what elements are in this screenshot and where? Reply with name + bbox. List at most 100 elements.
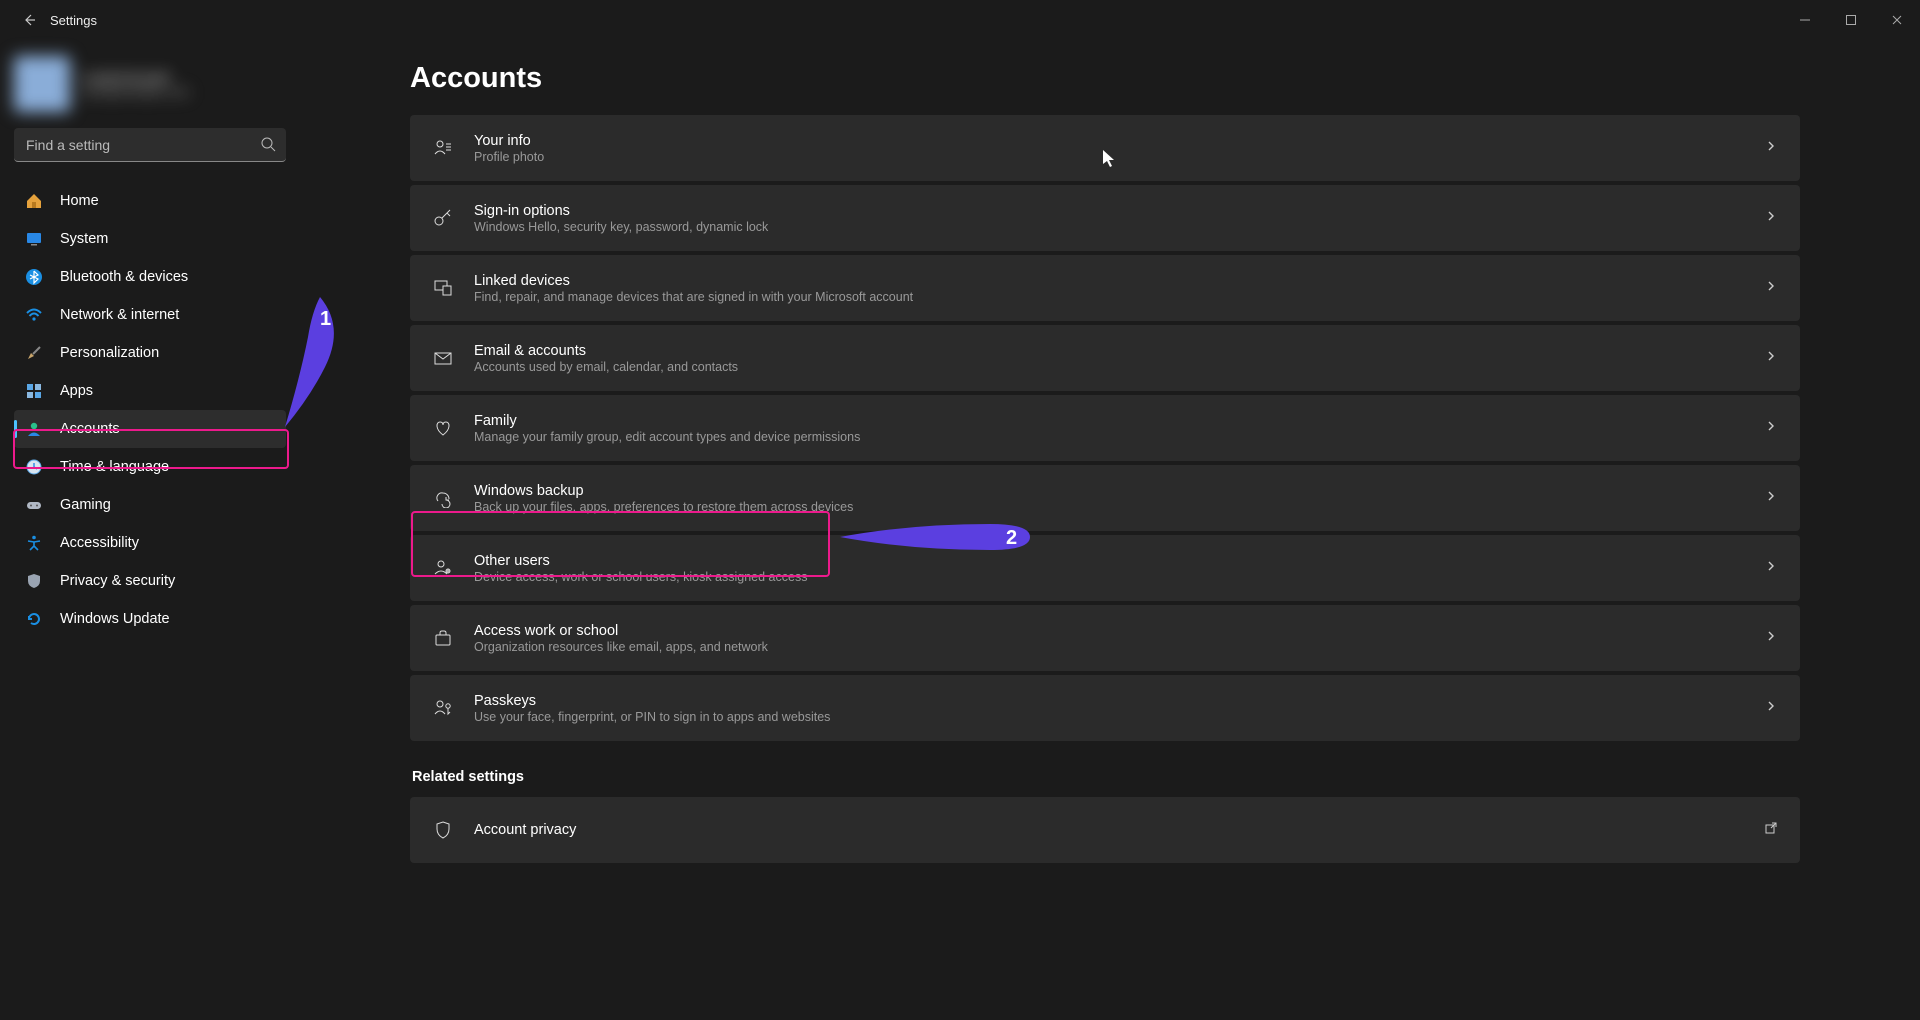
key-icon bbox=[432, 207, 454, 229]
section-related: Related settings bbox=[412, 769, 1800, 785]
titlebar: Settings bbox=[0, 0, 1920, 40]
search-input[interactable] bbox=[14, 128, 286, 162]
nav-label: Accounts bbox=[60, 421, 120, 437]
person-icon bbox=[24, 419, 44, 439]
nav-list: Home System Bluetooth & devices Network … bbox=[14, 182, 286, 638]
card-subtitle: Back up your files, apps, preferences to… bbox=[474, 500, 853, 514]
arrow-left-icon bbox=[21, 12, 37, 28]
nav-label: Personalization bbox=[60, 345, 159, 361]
nav-label: Privacy & security bbox=[60, 573, 175, 589]
chevron-right-icon bbox=[1764, 699, 1778, 718]
search-box[interactable] bbox=[14, 128, 286, 162]
chevron-right-icon bbox=[1764, 489, 1778, 508]
sidebar: Local Account user@example.com Home Syst… bbox=[0, 40, 300, 1020]
minimize-icon bbox=[1799, 14, 1811, 26]
close-button[interactable] bbox=[1874, 4, 1920, 36]
passkey-icon bbox=[432, 697, 454, 719]
chevron-right-icon bbox=[1764, 419, 1778, 438]
nav-label: Apps bbox=[60, 383, 93, 399]
nav-privacy[interactable]: Privacy & security bbox=[14, 562, 286, 600]
card-subtitle: Use your face, fingerprint, or PIN to si… bbox=[474, 710, 830, 724]
card-title: Your info bbox=[474, 133, 544, 149]
card-account-privacy[interactable]: Account privacy bbox=[410, 797, 1800, 863]
card-subtitle: Accounts used by email, calendar, and co… bbox=[474, 360, 738, 374]
close-icon bbox=[1891, 14, 1903, 26]
avatar bbox=[14, 56, 70, 112]
person-card-icon bbox=[432, 137, 454, 159]
card-subtitle: Manage your family group, edit account t… bbox=[474, 430, 860, 444]
nav-label: Home bbox=[60, 193, 99, 209]
nav-system[interactable]: System bbox=[14, 220, 286, 258]
nav-bluetooth[interactable]: Bluetooth & devices bbox=[14, 258, 286, 296]
chevron-right-icon bbox=[1764, 559, 1778, 578]
home-icon bbox=[24, 191, 44, 211]
chevron-right-icon bbox=[1764, 139, 1778, 158]
card-title: Linked devices bbox=[474, 273, 913, 289]
card-subtitle: Windows Hello, security key, password, d… bbox=[474, 220, 768, 234]
annotation-number-1: 1 bbox=[320, 308, 331, 330]
mail-icon bbox=[432, 347, 454, 369]
briefcase-icon bbox=[432, 627, 454, 649]
card-title: Passkeys bbox=[474, 693, 830, 709]
nav-label: Time & language bbox=[60, 459, 169, 475]
clock-icon bbox=[24, 457, 44, 477]
card-passkeys[interactable]: PasskeysUse your face, fingerprint, or P… bbox=[410, 675, 1800, 741]
apps-icon bbox=[24, 381, 44, 401]
nav-network[interactable]: Network & internet bbox=[14, 296, 286, 334]
maximize-button[interactable] bbox=[1828, 4, 1874, 36]
card-work-school[interactable]: Access work or schoolOrganization resour… bbox=[410, 605, 1800, 671]
profile-block[interactable]: Local Account user@example.com bbox=[14, 54, 286, 114]
nav-label: Windows Update bbox=[60, 611, 170, 627]
nav-label: Accessibility bbox=[60, 535, 139, 551]
card-subtitle: Organization resources like email, apps,… bbox=[474, 640, 768, 654]
nav-label: System bbox=[60, 231, 108, 247]
nav-update[interactable]: Windows Update bbox=[14, 600, 286, 638]
card-title: Other users bbox=[474, 553, 807, 569]
annotation-arrow-2: 2 bbox=[840, 517, 1040, 557]
brush-icon bbox=[24, 343, 44, 363]
card-linked[interactable]: Linked devicesFind, repair, and manage d… bbox=[410, 255, 1800, 321]
card-signin[interactable]: Sign-in optionsWindows Hello, security k… bbox=[410, 185, 1800, 251]
privacy-shield-icon bbox=[432, 819, 454, 841]
devices-icon bbox=[432, 277, 454, 299]
update-icon bbox=[24, 609, 44, 629]
nav-personalization[interactable]: Personalization bbox=[14, 334, 286, 372]
nav-gaming[interactable]: Gaming bbox=[14, 486, 286, 524]
nav-apps[interactable]: Apps bbox=[14, 372, 286, 410]
profile-name: Local Account bbox=[82, 69, 189, 85]
card-other-users[interactable]: Other usersDevice access, work or school… bbox=[410, 535, 1800, 601]
shield-icon bbox=[24, 571, 44, 591]
nav-accessibility[interactable]: Accessibility bbox=[14, 524, 286, 562]
nav-label: Network & internet bbox=[60, 307, 179, 323]
chevron-right-icon bbox=[1764, 629, 1778, 648]
main-content: Accounts Your infoProfile photo Sign-in … bbox=[300, 40, 1920, 1020]
accessibility-icon bbox=[24, 533, 44, 553]
card-your-info[interactable]: Your infoProfile photo bbox=[410, 115, 1800, 181]
back-button[interactable] bbox=[14, 5, 44, 35]
card-subtitle: Profile photo bbox=[474, 150, 544, 164]
nav-accounts[interactable]: Accounts bbox=[14, 410, 286, 448]
card-email[interactable]: Email & accountsAccounts used by email, … bbox=[410, 325, 1800, 391]
nav-time[interactable]: Time & language bbox=[14, 448, 286, 486]
gamepad-icon bbox=[24, 495, 44, 515]
card-title: Windows backup bbox=[474, 483, 853, 499]
nav-label: Bluetooth & devices bbox=[60, 269, 188, 285]
card-subtitle: Device access, work or school users, kio… bbox=[474, 570, 807, 584]
wifi-icon bbox=[24, 305, 44, 325]
card-title: Family bbox=[474, 413, 860, 429]
card-family[interactable]: FamilyManage your family group, edit acc… bbox=[410, 395, 1800, 461]
card-title: Account privacy bbox=[474, 822, 576, 838]
window-title: Settings bbox=[50, 13, 97, 28]
nav-home[interactable]: Home bbox=[14, 182, 286, 220]
chevron-right-icon bbox=[1764, 279, 1778, 298]
minimize-button[interactable] bbox=[1782, 4, 1828, 36]
backup-icon bbox=[432, 487, 454, 509]
maximize-icon bbox=[1845, 14, 1857, 26]
annotation-number-2: 2 bbox=[1006, 527, 1017, 549]
search-icon bbox=[260, 136, 276, 157]
card-title: Access work or school bbox=[474, 623, 768, 639]
users-icon bbox=[432, 557, 454, 579]
card-backup[interactable]: Windows backupBack up your files, apps, … bbox=[410, 465, 1800, 531]
open-external-icon bbox=[1764, 821, 1778, 840]
nav-label: Gaming bbox=[60, 497, 111, 513]
